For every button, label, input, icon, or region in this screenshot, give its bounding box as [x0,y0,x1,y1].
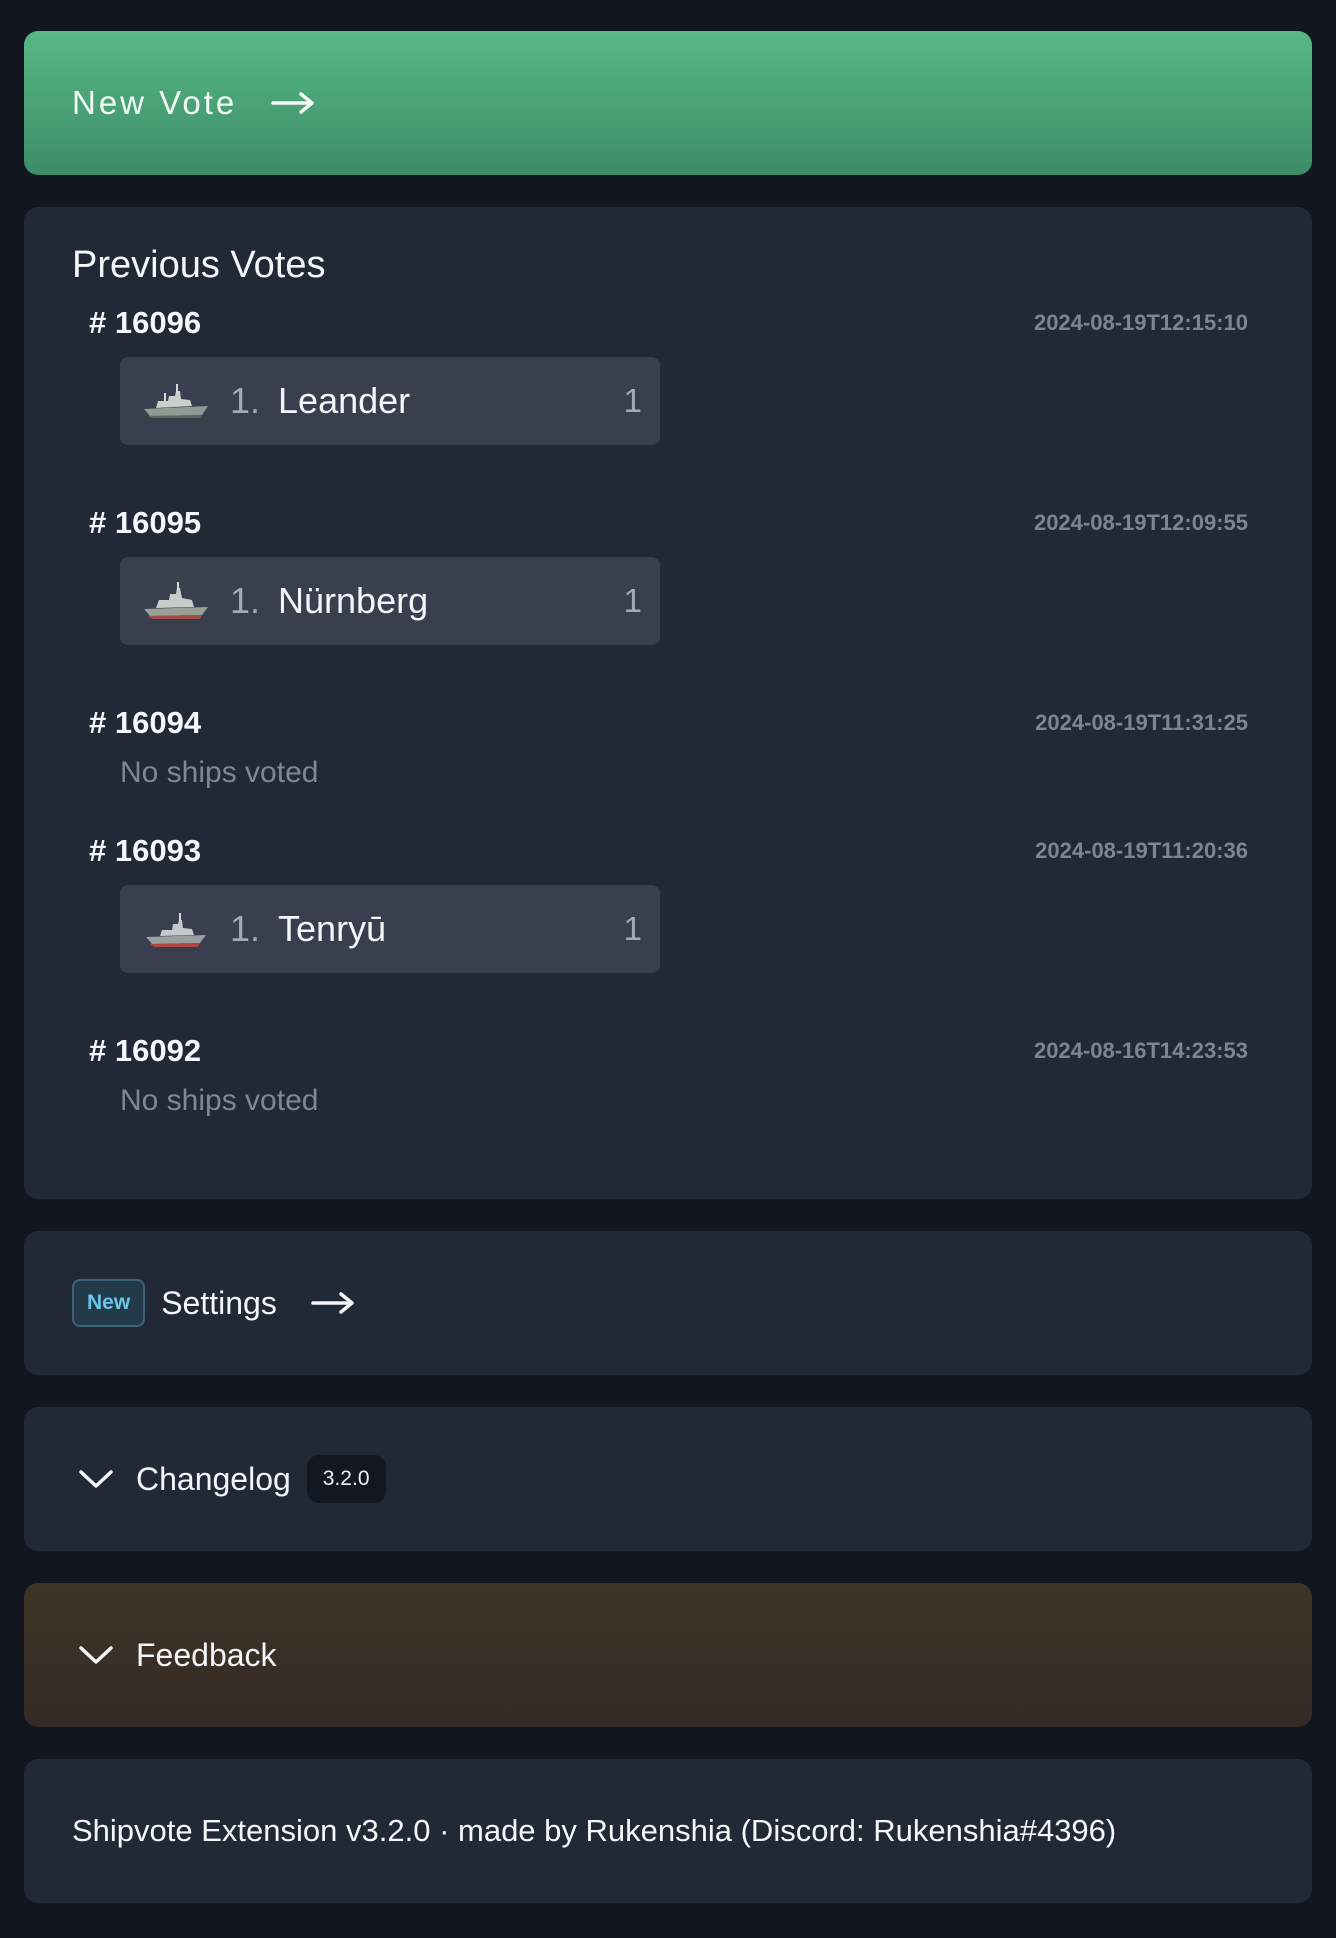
vote-timestamp: 2024-08-19T12:09:55 [1033,510,1248,535]
feedback-toggle[interactable]: Feedback [24,1583,1312,1727]
new-vote-button[interactable]: New Vote [24,31,1312,175]
previous-votes-title: Previous Votes [72,244,326,286]
settings-button[interactable]: New Settings [24,1231,1312,1375]
vote-header: # 16094 2024-08-19T11:31:25 [89,703,1248,743]
chevron-down-icon [79,1470,113,1488]
vote-id: # 16095 [89,505,202,540]
ship-rank: 1. [230,908,261,949]
version-badge: 3.2.0 [306,1455,386,1503]
cruiser-ship-icon [144,384,208,418]
ship-vote-row: 1. Leander 1 [120,357,660,445]
vote-timestamp: 2024-08-19T11:31:25 [1035,710,1248,735]
footer-credits: Shipvote Extension v3.2.0 · made by Ruke… [72,1813,1117,1848]
arrow-right-icon [271,92,314,114]
vote-header: # 16092 2024-08-16T14:23:53 [89,1031,1248,1071]
ship-vote-count: 1 [623,382,642,419]
changelog-label: Changelog [136,1460,291,1497]
vote-header: # 16096 2024-08-19T12:15:10 [89,303,1248,343]
ship-name: Leander [278,380,411,421]
vote-timestamp: 2024-08-19T12:15:10 [1033,310,1248,335]
changelog-toggle[interactable]: Changelog 3.2.0 [24,1407,1312,1551]
cruiser-ship-icon [144,582,208,619]
ship-vote-count: 1 [623,910,642,947]
vote-timestamp: 2024-08-16T14:23:53 [1033,1038,1248,1063]
vote-entry: # 16096 2024-08-19T12:15:10 1. Leander 1 [89,303,1248,503]
vote-entry: # 16095 2024-08-19T12:09:55 1. Nürnberg … [89,503,1248,703]
vote-id: # 16096 [89,305,202,340]
new-vote-label: New Vote [72,84,238,121]
previous-votes-panel: Previous Votes # 16096 2024-08-19T12:15:… [24,207,1312,1199]
new-badge: New [72,1279,146,1327]
cruiser-ship-icon [146,913,206,947]
ship-rank: 1. [230,380,261,421]
vote-entry: # 16094 2024-08-19T11:31:25 No ships vot… [89,703,1248,831]
ship-vote-row: 1. Nürnberg 1 [120,557,660,645]
vote-timestamp: 2024-08-19T11:20:36 [1035,838,1248,863]
vote-entry: # 16092 2024-08-16T14:23:53 No ships vot… [89,1031,1248,1131]
vote-id: # 16093 [89,833,202,868]
ship-vote-row: 1. Tenryū 1 [120,885,660,973]
ship-name: Tenryū [278,908,387,949]
feedback-label: Feedback [136,1636,277,1673]
ship-vote-count: 1 [623,582,642,619]
ship-rank: 1. [230,580,261,621]
settings-label: Settings [161,1284,277,1321]
popup-container: New Vote Previous Votes # 16096 2024-08-… [24,31,1312,1903]
no-ships-text: No ships voted [120,1084,319,1117]
footer: Shipvote Extension v3.2.0 · made by Ruke… [24,1759,1312,1903]
vote-id: # 16092 [89,1033,202,1068]
arrow-right-icon [311,1292,354,1314]
chevron-down-icon [79,1646,113,1664]
vote-header: # 16095 2024-08-19T12:09:55 [89,503,1248,543]
ship-name: Nürnberg [278,580,429,621]
no-ships-text: No ships voted [120,756,319,789]
vote-id: # 16094 [89,705,202,740]
vote-entry: # 16093 2024-08-19T11:20:36 1. Tenryū 1 [89,831,1248,1031]
vote-header: # 16093 2024-08-19T11:20:36 [89,831,1248,871]
